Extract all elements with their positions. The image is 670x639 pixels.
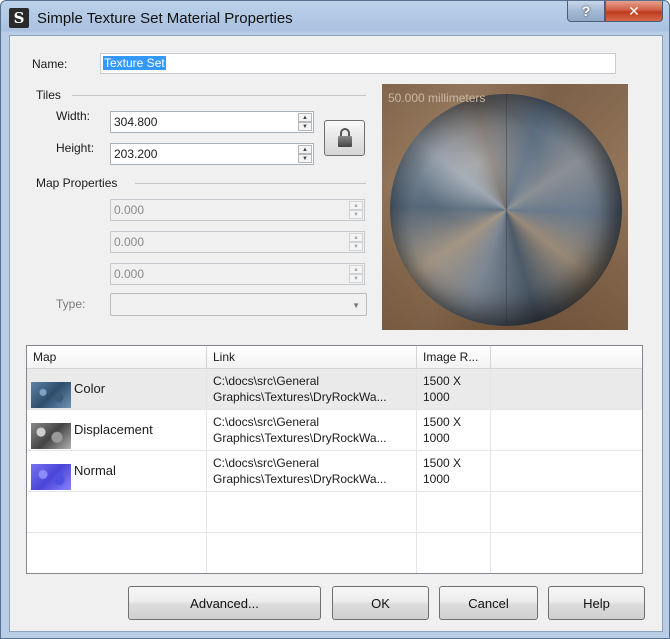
empty-cell: [207, 492, 417, 533]
spin-down-icon[interactable]: ▼: [349, 210, 363, 219]
maps-table[interactable]: Map Link Image R... Color C:\docs\src\Ge…: [26, 345, 643, 574]
resolution-line-2: 1000: [423, 431, 450, 445]
spin-down-icon[interactable]: ▼: [298, 154, 312, 163]
table-row[interactable]: Displacement C:\docs\src\General Graphic…: [27, 410, 642, 451]
map-properties-divider: [135, 183, 366, 184]
map-name: Color: [74, 381, 106, 396]
map-cell: Displacement: [27, 410, 207, 451]
height-value: 203.200: [114, 147, 158, 161]
resolution-line-1: 1500 X: [423, 456, 462, 470]
close-button[interactable]: ✕: [605, 1, 663, 22]
map-properties-label: Map Properties: [36, 176, 118, 190]
ok-button[interactable]: OK: [332, 586, 429, 620]
map-property-spinner-3[interactable]: ▲ ▼: [349, 265, 363, 283]
link-line-1: C:\docs\src\General: [213, 374, 320, 388]
preview-scale-caption: 50.000 millimeters: [388, 91, 486, 105]
spin-up-icon[interactable]: ▲: [349, 265, 363, 274]
resolution-line-1: 1500 X: [423, 374, 462, 388]
link-line-2: Graphics\Textures\DryRockWa...: [213, 390, 387, 404]
map-property-value-3: 0.000: [114, 267, 145, 281]
help-title-button[interactable]: ?: [567, 1, 605, 22]
width-spinner[interactable]: 304.800 ▲ ▼: [110, 111, 314, 133]
empty-cell: [207, 533, 417, 573]
column-header-link[interactable]: Link: [207, 346, 417, 368]
lock-icon-body: [338, 136, 352, 147]
spin-up-icon[interactable]: ▲: [349, 201, 363, 210]
name-label: Name:: [32, 57, 68, 71]
map-property-field-2[interactable]: 0.000 ▲ ▼: [110, 231, 365, 253]
chevron-down-icon[interactable]: ▼: [352, 301, 360, 310]
empty-cell: [417, 533, 491, 573]
height-spinner[interactable]: 203.200 ▲ ▼: [110, 143, 314, 165]
advanced-button[interactable]: Advanced...: [128, 586, 321, 620]
resolution-cell: 1500 X 1000: [417, 410, 491, 451]
resolution-line-2: 1000: [423, 472, 450, 486]
type-label: Type:: [56, 297, 86, 311]
map-name: Normal: [74, 463, 116, 478]
resolution-cell: 1500 X 1000: [417, 451, 491, 492]
table-row[interactable]: Normal C:\docs\src\General Graphics\Text…: [27, 451, 642, 492]
width-spinner-arrows[interactable]: ▲ ▼: [298, 113, 312, 131]
material-preview: 50.000 millimeters: [382, 84, 628, 330]
resolution-line-1: 1500 X: [423, 415, 462, 429]
width-label: Width:: [56, 109, 91, 123]
preview-sphere: [390, 94, 622, 326]
map-property-field-1[interactable]: 0.000 ▲ ▼: [110, 199, 365, 221]
cancel-button[interactable]: Cancel: [439, 586, 538, 620]
column-header-map[interactable]: Map: [27, 346, 207, 368]
dialog-window: S Simple Texture Set Material Properties…: [0, 0, 670, 639]
tiles-group-label: Tiles: [36, 88, 61, 102]
table-header: Map Link Image R...: [27, 346, 642, 369]
map-property-spinner-1[interactable]: ▲ ▼: [349, 201, 363, 219]
app-icon: S: [9, 8, 29, 28]
height-label: Height:: [56, 141, 95, 155]
title-bar[interactable]: S Simple Texture Set Material Properties…: [1, 1, 669, 35]
link-line-1: C:\docs\src\General: [213, 415, 320, 429]
type-dropdown[interactable]: ▼: [110, 293, 367, 316]
color-map-thumbnail-icon: [31, 382, 71, 408]
spin-up-icon[interactable]: ▲: [298, 113, 312, 122]
spin-down-icon[interactable]: ▼: [349, 242, 363, 251]
map-property-value-1: 0.000: [114, 203, 145, 217]
help-button[interactable]: Help: [548, 586, 645, 620]
spin-down-icon[interactable]: ▼: [298, 122, 312, 131]
dialog-client-area: Name: Texture Set Tiles Width: 304.800 ▲…: [9, 35, 663, 632]
width-value: 304.800: [114, 115, 158, 129]
map-cell: Normal: [27, 451, 207, 492]
normal-map-thumbnail-icon: [31, 464, 71, 490]
map-property-spinner-2[interactable]: ▲ ▼: [349, 233, 363, 251]
map-name: Displacement: [74, 422, 153, 437]
empty-cell: [27, 492, 207, 533]
table-row-empty: [27, 492, 642, 533]
empty-cell: [417, 492, 491, 533]
link-cell: C:\docs\src\General Graphics\Textures\Dr…: [207, 369, 417, 410]
spin-up-icon[interactable]: ▲: [349, 233, 363, 242]
resolution-line-2: 1000: [423, 390, 450, 404]
map-cell: Color: [27, 369, 207, 410]
map-property-value-2: 0.000: [114, 235, 145, 249]
link-line-1: C:\docs\src\General: [213, 456, 320, 470]
column-header-image-resolution[interactable]: Image R...: [417, 346, 491, 368]
spin-up-icon[interactable]: ▲: [298, 145, 312, 154]
spin-down-icon[interactable]: ▼: [349, 274, 363, 283]
name-input-value: Texture Set: [103, 56, 166, 70]
link-line-2: Graphics\Textures\DryRockWa...: [213, 431, 387, 445]
map-property-field-3[interactable]: 0.000 ▲ ▼: [110, 263, 365, 285]
lock-aspect-button[interactable]: [324, 120, 365, 156]
tiles-group-divider: [72, 95, 366, 96]
height-spinner-arrows[interactable]: ▲ ▼: [298, 145, 312, 163]
resolution-cell: 1500 X 1000: [417, 369, 491, 410]
table-row[interactable]: Color C:\docs\src\General Graphics\Textu…: [27, 369, 642, 410]
link-cell: C:\docs\src\General Graphics\Textures\Dr…: [207, 410, 417, 451]
displacement-map-thumbnail-icon: [31, 423, 71, 449]
link-cell: C:\docs\src\General Graphics\Textures\Dr…: [207, 451, 417, 492]
name-input[interactable]: Texture Set: [100, 53, 616, 74]
empty-cell: [27, 533, 207, 573]
table-row-empty: [27, 533, 642, 573]
link-line-2: Graphics\Textures\DryRockWa...: [213, 472, 387, 486]
window-title: Simple Texture Set Material Properties: [37, 10, 293, 27]
